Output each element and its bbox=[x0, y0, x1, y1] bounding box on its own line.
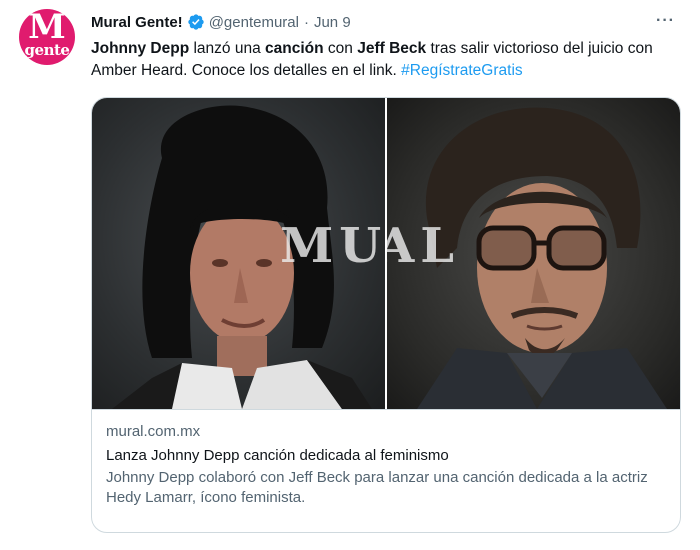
tweet-text-1: lanzó una bbox=[189, 40, 266, 57]
hashtag-link[interactable]: #RegístrateGratis bbox=[401, 62, 522, 79]
card-domain: mural.com.mx bbox=[106, 423, 201, 440]
tweet-text: Johnny Depp lanzó una canción con Jeff B… bbox=[91, 38, 681, 82]
verified-badge-icon bbox=[188, 14, 204, 30]
tweet-bold-1: Johnny Depp bbox=[91, 40, 190, 57]
tweet-header: Mural Gente! @gentemural · Jun 9 bbox=[91, 12, 351, 32]
card-title: Lanza Johnny Depp canción dedicada al fe… bbox=[106, 447, 449, 464]
author-handle[interactable]: @gentemural bbox=[209, 14, 299, 31]
card-description: Johnny Depp colaboró con Jeff Beck para … bbox=[106, 469, 648, 506]
author-name[interactable]: Mural Gente! bbox=[91, 14, 183, 31]
tweet-bold-2: canción bbox=[265, 40, 324, 57]
more-options-icon[interactable]: ··· bbox=[656, 12, 675, 30]
tweet-date[interactable]: Jun 9 bbox=[314, 14, 351, 31]
portrait-right-illustration bbox=[417, 107, 667, 409]
separator-dot: · bbox=[303, 13, 309, 31]
tweet-bold-3: Jeff Beck bbox=[357, 40, 427, 57]
photo-johnny-depp: AL bbox=[387, 98, 680, 409]
avatar[interactable]: M gente bbox=[19, 9, 75, 65]
link-card[interactable]: MUR AL bbox=[91, 97, 681, 533]
tweet-text-2: con bbox=[323, 40, 358, 57]
avatar-logo-word: gente bbox=[24, 41, 70, 59]
card-info[interactable]: mural.com.mx Lanza Johnny Depp canción d… bbox=[92, 409, 680, 508]
card-image[interactable]: MUR AL bbox=[92, 98, 680, 409]
portrait-left-illustration bbox=[112, 105, 372, 409]
photo-jeff-beck: MUR bbox=[92, 98, 385, 409]
